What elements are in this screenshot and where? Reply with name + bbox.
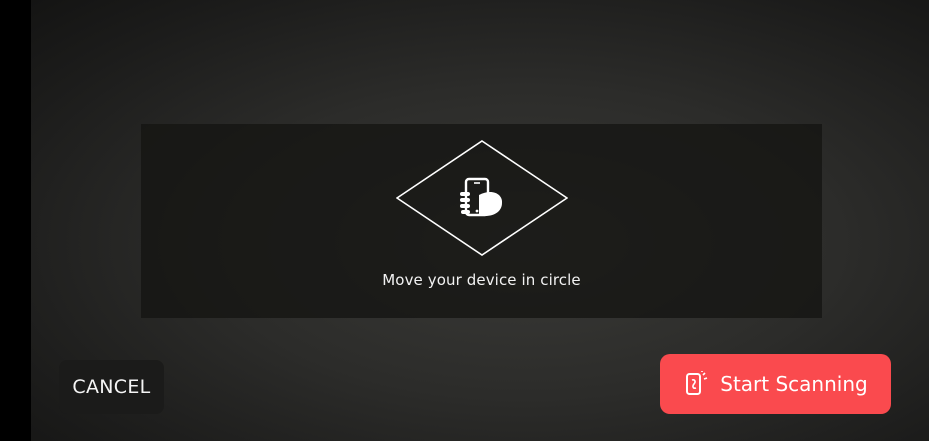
start-scanning-label: Start Scanning xyxy=(720,372,868,396)
left-system-bar xyxy=(0,0,31,441)
scan-screen: Move your device in circle CANCEL Start … xyxy=(0,0,929,441)
phone-scan-icon xyxy=(683,371,709,397)
start-scanning-button[interactable]: Start Scanning xyxy=(660,354,891,414)
cancel-button[interactable]: CANCEL xyxy=(59,360,164,414)
phone-in-hand-icon xyxy=(396,140,568,256)
scan-instruction-text: Move your device in circle xyxy=(382,271,581,289)
scan-guide-panel: Move your device in circle xyxy=(141,124,822,318)
